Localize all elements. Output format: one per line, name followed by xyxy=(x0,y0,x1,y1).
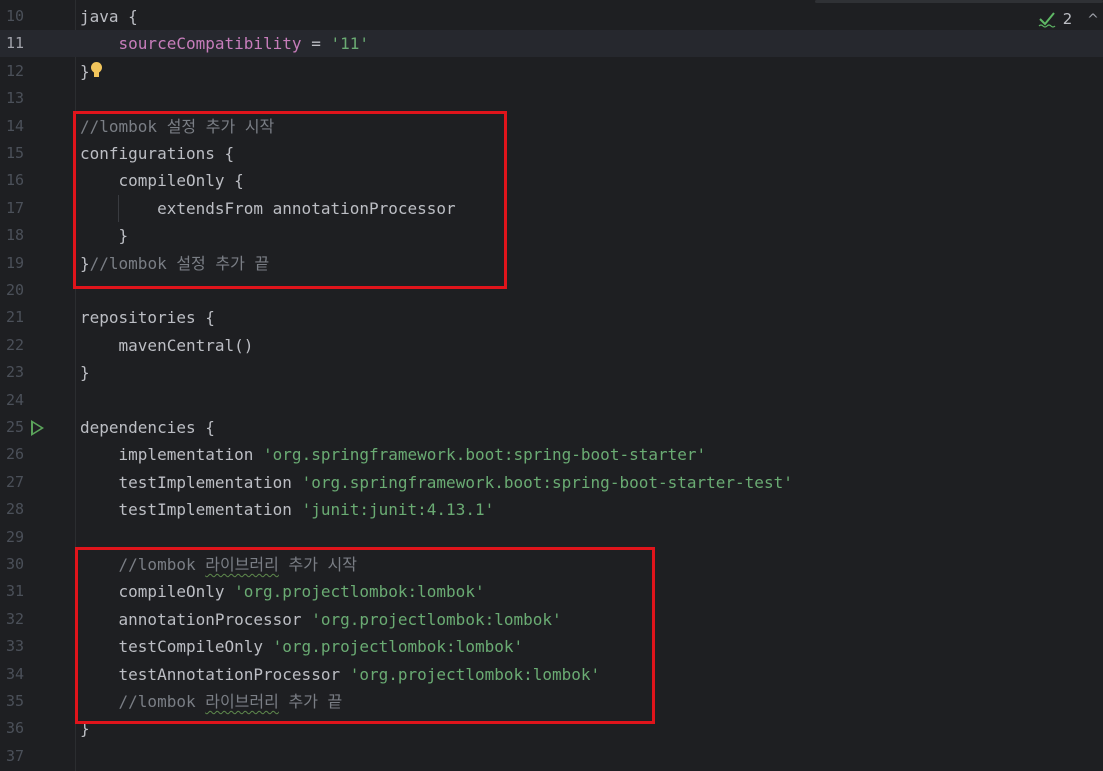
line-code: dependencies { xyxy=(80,414,215,441)
line-number: 13 xyxy=(5,89,24,108)
code-line[interactable]: 11 sourceCompatibility = '11' xyxy=(0,30,1103,58)
code-line[interactable]: 25 dependencies { xyxy=(0,414,1103,441)
code-line[interactable]: 10 java { xyxy=(0,3,1103,30)
line-number: 25 xyxy=(5,418,24,436)
highlight-box-lombok-config xyxy=(73,111,507,289)
line-number: 22 xyxy=(5,335,24,354)
code-line[interactable]: 23} xyxy=(0,359,1103,386)
code-token: } xyxy=(80,61,90,81)
code-token: testImplementation xyxy=(80,472,302,492)
line-number: 29 xyxy=(5,527,24,546)
line-number: 35 xyxy=(5,692,24,710)
line-number: 18 xyxy=(5,226,24,245)
code-token: = xyxy=(301,34,331,54)
line-number: 34 xyxy=(5,664,24,683)
code-token: 'org.springframework.boot:spring-boot-st… xyxy=(301,472,793,492)
line-number: 16 xyxy=(5,171,24,190)
code-token: testImplementation xyxy=(80,500,302,520)
line-number: 37 xyxy=(5,746,24,765)
line-number: 21 xyxy=(5,308,24,327)
line-code: } xyxy=(80,359,90,386)
line-number: 27 xyxy=(5,472,24,491)
line-number: 14 xyxy=(5,116,24,135)
code-token: dependencies { xyxy=(80,418,215,437)
line-code: testImplementation 'junit:junit:4.13.1' xyxy=(80,496,495,523)
line-number: 30 xyxy=(5,555,24,573)
inspection-widget[interactable]: 2 ^ xyxy=(1038,8,1099,30)
line-number: 31 xyxy=(5,582,24,601)
code-line[interactable]: 37 xyxy=(0,743,1103,770)
code-token: mavenCentral() xyxy=(80,335,254,355)
code-token: } xyxy=(80,363,90,383)
code-token: java { xyxy=(80,7,138,26)
code-editor[interactable]: 10 java {11 sourceCompatibility = '11' 12}… xyxy=(0,0,1103,771)
code-token: '11' xyxy=(330,34,369,54)
line-number: 26 xyxy=(5,445,24,464)
code-line[interactable]: 28 testImplementation 'junit:junit:4.13.… xyxy=(0,496,1103,523)
code-line[interactable]: 12} xyxy=(0,58,1103,85)
code-line[interactable]: 24 xyxy=(0,387,1103,414)
code-token: repositories { xyxy=(80,308,215,328)
line-code: implementation 'org.springframework.boot… xyxy=(80,441,707,468)
chevron-up-icon[interactable]: ^ xyxy=(1087,9,1099,31)
line-number: 33 xyxy=(5,637,24,656)
inspection-count: 2 xyxy=(1062,10,1073,28)
line-number: 11 xyxy=(5,34,24,53)
code-token: 'org.springframework.boot:spring-boot-st… xyxy=(263,445,707,465)
lightbulb-icon[interactable] xyxy=(90,61,102,80)
line-number: 24 xyxy=(5,390,24,409)
code-token: sourceCompatibility xyxy=(118,34,302,54)
code-token: 'junit:junit:4.13.1' xyxy=(301,500,495,520)
line-number: 10 xyxy=(5,7,24,25)
line-number: 32 xyxy=(5,609,24,628)
line-number: 12 xyxy=(5,61,24,80)
line-number: 19 xyxy=(5,253,24,272)
line-code: repositories { xyxy=(80,304,215,331)
code-line[interactable]: 13 xyxy=(0,85,1103,112)
line-code: testImplementation 'org.springframework.… xyxy=(80,469,793,496)
line-number: 20 xyxy=(5,281,24,299)
line-number: 15 xyxy=(5,144,24,162)
line-number: 17 xyxy=(5,198,24,217)
line-code: java { xyxy=(80,3,138,30)
line-code: sourceCompatibility = '11' xyxy=(80,30,369,57)
line-code: mavenCentral() xyxy=(80,332,254,359)
highlight-box-lombok-dependencies xyxy=(75,547,655,724)
run-gutter-icon[interactable] xyxy=(31,420,44,436)
code-line[interactable]: 26 implementation 'org.springframework.b… xyxy=(0,441,1103,468)
line-code: } xyxy=(80,58,102,85)
line-number: 36 xyxy=(5,719,24,738)
code-line[interactable]: 27 testImplementation 'org.springframewo… xyxy=(0,469,1103,496)
code-token: implementation xyxy=(80,445,264,465)
code-line[interactable]: 22 mavenCentral() xyxy=(0,332,1103,359)
line-number: 28 xyxy=(5,500,24,519)
line-number: 23 xyxy=(5,363,24,382)
check-icon xyxy=(1038,12,1056,28)
code-line[interactable]: 21 repositories { xyxy=(0,304,1103,331)
